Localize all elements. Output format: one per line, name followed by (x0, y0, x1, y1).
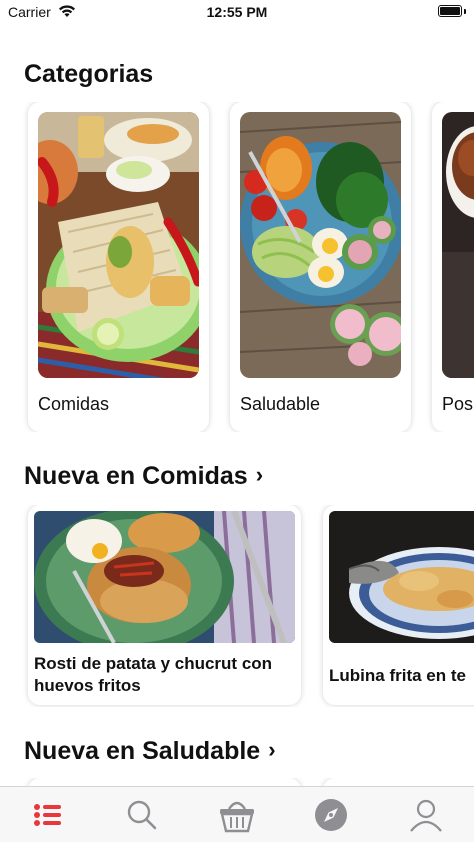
category-card-saludable[interactable]: Saludable (230, 102, 411, 432)
tab-bar (0, 786, 474, 842)
tab-explore[interactable] (311, 795, 351, 835)
recipe-title: Lubina frita en te (329, 666, 466, 685)
section-title-comidas[interactable]: Nueva en Comidas › (24, 462, 263, 491)
basket-icon (217, 795, 257, 835)
category-card-postres[interactable]: Pos (432, 102, 474, 432)
chevron-right-icon: › (268, 737, 276, 762)
tab-search[interactable] (122, 795, 162, 835)
clock: 12:55 PM (206, 4, 268, 20)
section-title-saludable-label: Nueva en Saludable (24, 737, 261, 765)
category-label: Pos (442, 394, 474, 414)
category-card-comidas[interactable]: Comidas (28, 102, 209, 432)
tab-basket[interactable] (217, 795, 257, 835)
tab-list[interactable] (27, 795, 67, 835)
recipe-image-rosti (34, 511, 295, 643)
categories-carousel[interactable]: Comidas Saludable Pos (0, 102, 474, 432)
tab-profile[interactable] (406, 795, 446, 835)
categories-title: Categorias (24, 60, 154, 88)
chevron-right-icon: › (255, 462, 264, 487)
recipe-image-lubina (329, 511, 474, 643)
section-title-comidas-label: Nueva en Comidas (24, 462, 248, 490)
recipe-card[interactable]: Lubina frita en te (323, 505, 474, 705)
recipe-title: Rosti de patata y chucrut con huevos fri… (34, 654, 273, 695)
category-image-comidas (38, 112, 199, 378)
compass-icon (311, 795, 351, 835)
status-bar: Carrier 12:55 PM (0, 0, 474, 26)
category-image-postres (442, 112, 474, 378)
battery-icon (438, 4, 466, 18)
list-icon (27, 795, 67, 835)
category-image-saludable (240, 112, 401, 378)
profile-icon (406, 795, 446, 835)
recipe-card[interactable]: Rosti de patata y chucrut con huevos fri… (28, 505, 301, 705)
category-label: Comidas (38, 394, 110, 414)
search-icon (122, 795, 162, 835)
category-label: Saludable (240, 394, 321, 414)
comidas-carousel[interactable]: Rosti de patata y chucrut con huevos fri… (0, 505, 474, 707)
section-title-saludable[interactable]: Nueva en Saludable › (24, 737, 276, 766)
